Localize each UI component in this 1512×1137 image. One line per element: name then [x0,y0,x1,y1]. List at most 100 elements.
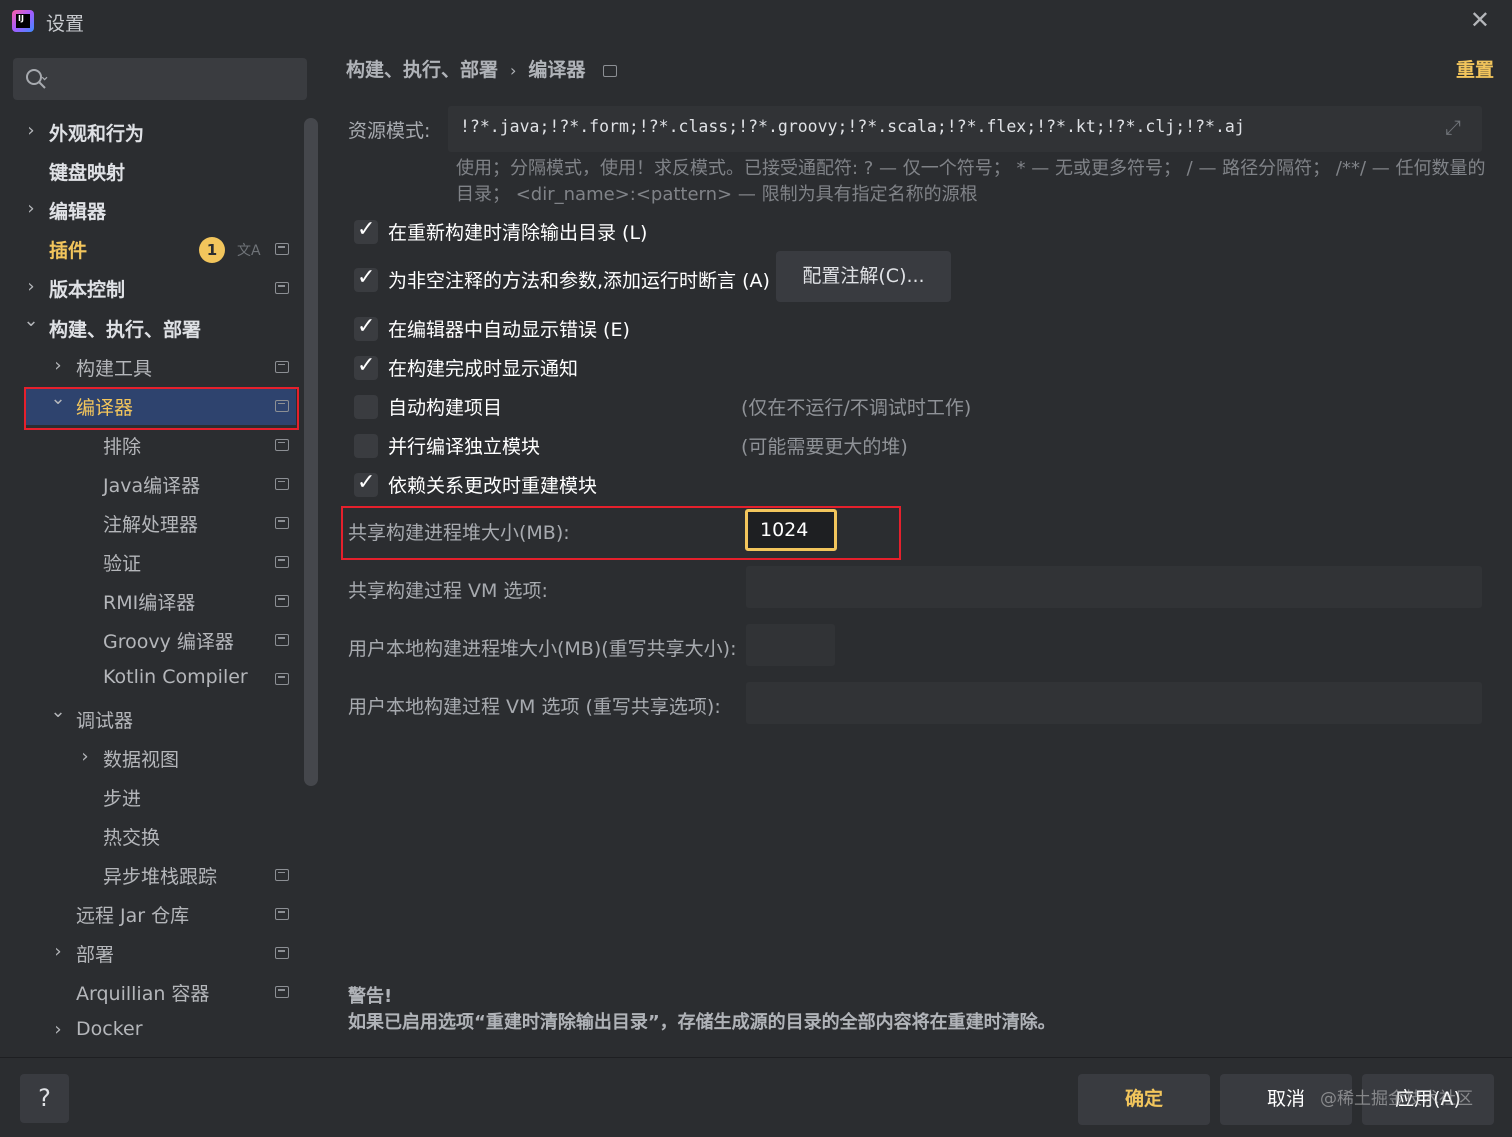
sidebar-item-label: 版本控制 [49,279,126,302]
chevron-right-icon[interactable]: › [22,120,40,142]
chevron-down-icon[interactable]: ⌄ [49,701,67,723]
checkbox-checked[interactable] [354,470,378,497]
breadcrumb-parent[interactable]: 构建、执行、部署 [346,59,498,81]
apply-button[interactable]: 应用(A) [1362,1074,1494,1125]
option-checkbox-row[interactable]: 在构建完成时显示通知 [354,353,774,384]
search-icon [26,69,48,89]
sidebar-item[interactable]: 排除 [0,426,300,464]
warning-text: 如果已启用选项“重建时清除输出目录”，存储生成源的目录的全部内容将在重建时清除。 [348,1012,1056,1033]
breadcrumb: 构建、执行、部署 › 编译器 [346,55,618,82]
sidebar-item[interactable]: Java编译器 [0,465,300,503]
project-level-icon [275,438,289,451]
option-checkbox-row[interactable]: 在重新构建时清除输出目录 (L) [354,217,774,248]
checkbox-label: 自动构建项目 [388,397,503,419]
project-level-icon [275,908,289,920]
sidebar-item[interactable]: › 编辑器 [0,191,300,229]
chevron-right-icon[interactable]: › [76,746,94,768]
sidebar-item-label: 构建、执行、部署 [49,318,202,341]
sidebar-item[interactable]: › 部署 [0,934,300,972]
checkbox-checked[interactable] [354,353,378,380]
user-heap-input[interactable] [746,624,835,666]
shared-vm-input[interactable] [746,566,1482,608]
resource-patterns-input[interactable]: !?*.java;!?*.form;!?*.class;!?*.groovy;!… [448,106,1482,152]
sidebar-item[interactable]: 键盘映射 [0,152,300,190]
sidebar-item-label: 调试器 [76,709,134,732]
sidebar-item[interactable]: › 数据视图 [0,739,300,777]
sidebar-item[interactable]: › 构建工具 [0,348,300,386]
sidebar-item[interactable]: RMI编译器 [0,582,300,620]
option-checkbox-row[interactable]: 在编辑器中自动显示错误 (E) [354,314,774,345]
chevron-down-icon[interactable]: ⌄ [22,310,40,332]
sidebar-item[interactable]: ⌄ 构建、执行、部署 [0,309,300,347]
close-icon[interactable]: ✕ [1470,6,1490,34]
chevron-right-icon[interactable]: › [49,355,67,377]
sidebar-item-label: 热交换 [103,826,161,849]
checkbox-label: 为非空注释的方法和参数,添加运行时断言 (A) [388,270,770,292]
sidebar-item[interactable]: 热交换 [0,817,300,855]
sidebar-item[interactable]: › Docker [0,1012,300,1050]
sidebar-item-label: 外观和行为 [49,123,145,145]
checkbox-label: 在构建完成时显示通知 [388,358,579,380]
chevron-right-icon[interactable]: › [49,1019,67,1041]
checkbox-checked[interactable] [354,314,378,341]
checkbox-unchecked[interactable] [354,395,378,419]
warning-title: 警告! [348,986,393,1007]
checkbox-unchecked[interactable] [354,434,378,458]
option-checkbox-row[interactable]: 并行编译独立模块 [354,432,774,462]
sidebar-item-label: 插件 [49,240,88,263]
option-checkbox-row[interactable]: 自动构建项目 [354,393,774,423]
search-box[interactable] [13,58,307,100]
sidebar-item-label: 编辑器 [49,201,107,224]
sidebar-item[interactable]: Groovy 编译器 [0,621,300,659]
cancel-button[interactable]: 取消 [1220,1074,1352,1125]
project-level-icon [275,986,289,999]
checkbox-note: (可能需要更大的堆) [741,436,908,458]
checkbox-note: (仅在不运行/不调试时工作) [741,397,972,419]
sidebar-item-label: RMI编译器 [103,592,196,615]
sidebar-item[interactable]: 验证 [0,543,300,581]
option-checkbox-row[interactable]: 为非空注释的方法和参数,添加运行时断言 (A) [354,265,774,296]
sidebar-item[interactable]: Arquillian 容器 [0,973,300,1011]
expand-icon[interactable]: ⤢ [1445,115,1461,139]
checkbox-checked[interactable] [354,265,378,292]
project-level-icon [275,595,289,608]
sidebar-item[interactable]: 远程 Jar 仓库 [0,895,300,933]
user-vm-label: 用户本地构建过程 VM 选项 (重写共享选项): [348,696,721,718]
sidebar-item[interactable]: › 版本控制 [0,269,300,307]
resource-patterns-value: !?*.java;!?*.form;!?*.class;!?*.groovy;!… [460,117,1245,136]
dialog-footer: ? 确定 取消 应用(A) @稀土掘金技术社区 [0,1057,1512,1137]
shared-vm-label: 共享构建过程 VM 选项: [348,580,548,602]
settings-sidebar: › 外观和行为 键盘映射 › 编辑器 插件 1 文A › 版本控制 ⌄ 构建、执行、部署 › 构建工具 ⌄ 编… [0,42,321,1057]
sidebar-item[interactable]: ⌄ 调试器 [0,700,300,738]
sidebar-item-label: 远程 Jar 仓库 [76,905,190,927]
shared-heap-input[interactable]: 1024 [745,509,837,551]
sidebar-item-label: Docker [76,1018,143,1041]
chevron-right-icon[interactable]: › [22,198,40,220]
ok-button[interactable]: 确定 [1078,1074,1210,1125]
user-vm-input[interactable] [746,682,1482,724]
chevron-right-icon[interactable]: › [49,941,67,963]
sidebar-item-label: 排除 [103,435,142,458]
sidebar-item-label: 验证 [103,553,142,576]
sidebar-item-label: 键盘映射 [49,162,126,185]
checkbox-checked[interactable] [354,217,378,244]
sidebar-scrollbar[interactable] [304,118,318,786]
sidebar-item-label: Arquillian 容器 [76,983,210,1006]
chevron-right-icon[interactable]: › [22,276,40,298]
sidebar-item[interactable]: 注解处理器 [0,504,300,542]
help-button[interactable]: ? [20,1074,69,1123]
user-heap-label: 用户本地构建进程堆大小(MB)(重写共享大小): [348,638,737,660]
sidebar-item-label: 数据视图 [103,748,180,771]
reset-button[interactable]: 重置 [1456,55,1494,82]
search-input[interactable] [57,66,297,92]
sidebar-item[interactable]: 步进 [0,778,300,816]
translate-icon: 文A [237,243,261,260]
option-checkbox-row[interactable]: 依赖关系更改时重建模块 [354,470,774,501]
sidebar-item[interactable]: 插件 1 文A [0,230,300,268]
configure-annotations-button[interactable]: 配置注解(C)... [776,251,951,302]
sidebar-item[interactable]: › 外观和行为 [0,113,300,151]
project-level-icon [603,65,618,77]
checkbox-label: 并行编译独立模块 [388,436,541,458]
sidebar-item[interactable]: 异步堆栈跟踪 [0,856,300,894]
sidebar-item[interactable]: Kotlin Compiler [0,660,300,698]
